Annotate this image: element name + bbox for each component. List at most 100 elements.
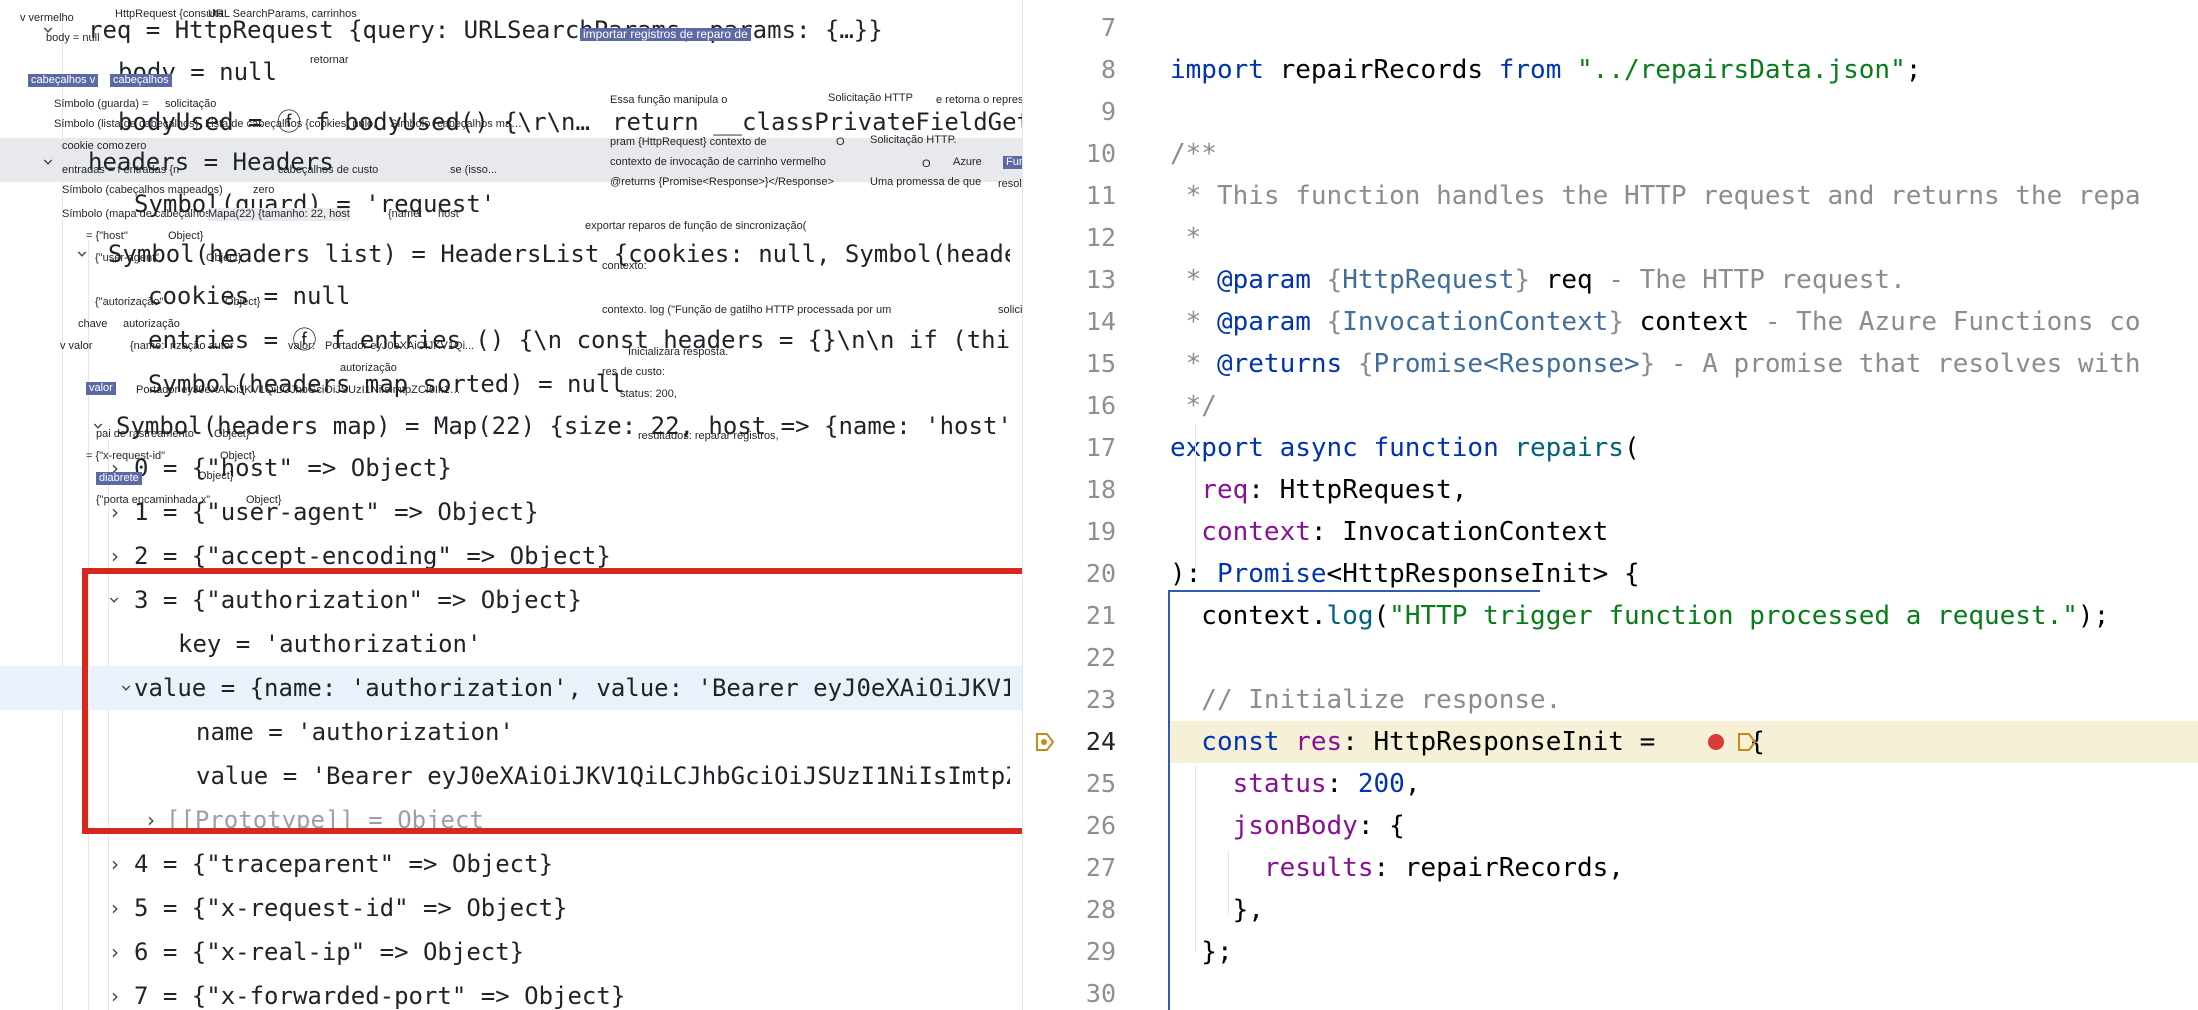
- import-translation-banner: importar registros de reparo de: [580, 28, 751, 41]
- tree-row[interactable]: › Symbol(headers map) = Map(22) {size: 22…: [0, 404, 1022, 448]
- code-line[interactable]: },: [1170, 889, 1264, 931]
- line-number[interactable]: 11: [1023, 175, 1116, 217]
- code-line[interactable]: * This function handles the HTTP request…: [1170, 175, 2141, 217]
- line-number[interactable]: 16: [1023, 385, 1116, 427]
- translation-label: Símbolo (mapa de cabeçalhos) =: [62, 208, 224, 220]
- translation-label: status: 200,: [620, 388, 677, 400]
- translation-label: retornar: [310, 54, 349, 66]
- chevron-right-icon[interactable]: ›: [140, 798, 162, 842]
- line-number[interactable]: 19: [1023, 511, 1116, 553]
- chevron-down-icon[interactable]: ›: [93, 589, 137, 611]
- line-number[interactable]: 21: [1023, 595, 1116, 637]
- chevron-right-icon[interactable]: ›: [104, 842, 126, 886]
- code-line[interactable]: req: HttpRequest,: [1170, 469, 1467, 511]
- translation-label: Essa função manipula o: [610, 94, 728, 106]
- line-number[interactable]: 12: [1023, 217, 1116, 259]
- code-line[interactable]: import repairRecords from "../repairsDat…: [1170, 49, 1921, 91]
- code-line[interactable]: * @param {InvocationContext} context - T…: [1170, 301, 2141, 343]
- code-token: const: [1170, 727, 1296, 757]
- code-token: context.: [1170, 601, 1327, 631]
- tree-row[interactable]: › [[Prototype]] = Object: [0, 798, 1022, 842]
- translation-label: Portador eyJ0eXAiOiJKV1Qi...: [325, 340, 475, 352]
- code-token: - The HTTP request.: [1592, 265, 1906, 295]
- translation-label: autorização: [123, 318, 180, 330]
- tree-row[interactable]: name = 'authorization': [0, 710, 1022, 754]
- code-line[interactable]: ): Promise<HttpResponseInit> {: [1170, 553, 1640, 595]
- line-number[interactable]: 29: [1023, 931, 1116, 973]
- tree-row[interactable]: › value = {name: 'authorization', value: …: [0, 666, 1022, 710]
- code-token: },: [1170, 895, 1264, 925]
- line-number[interactable]: 18: [1023, 469, 1116, 511]
- translation-label: e retorna o representante;: [936, 94, 1022, 106]
- code-line[interactable]: context.log("HTTP trigger function proce…: [1170, 595, 2109, 637]
- line-number[interactable]: 14: [1023, 301, 1116, 343]
- translation-label: diabrete: [96, 472, 142, 485]
- tree-row[interactable]: body = null: [0, 50, 1022, 94]
- code-line[interactable]: *: [1170, 217, 1202, 259]
- code-editor[interactable]: 7 8 9 10 11 12 13 14 15 16 17 18 19 20 21 22 23 24 25 26 27 2…: [1023, 0, 2198, 1010]
- inline-value-icon[interactable]: [1736, 731, 1758, 753]
- code-line[interactable]: * @returns {Promise<Response>} - A promi…: [1170, 343, 2141, 385]
- line-number[interactable]: 8: [1023, 49, 1116, 91]
- translation-label: Símbolo (guarda) =: [54, 98, 149, 110]
- tree-row-text: name = 'authorization': [196, 718, 514, 746]
- code-line[interactable]: };: [1170, 931, 1232, 973]
- inline-breakpoint-icon[interactable]: [1708, 734, 1724, 750]
- code-token: import: [1170, 55, 1280, 85]
- code-token: "HTTP trigger function processed a reque…: [1389, 601, 2078, 631]
- line-number[interactable]: 25: [1023, 763, 1116, 805]
- chevron-right-icon[interactable]: ›: [104, 974, 126, 1010]
- line-number[interactable]: 7: [1023, 7, 1116, 49]
- tree-row[interactable]: › 6 = {"x-real-ip" => Object}: [0, 930, 1022, 974]
- line-number[interactable]: 17: [1023, 427, 1116, 469]
- code-token: *: [1170, 307, 1217, 337]
- chevron-right-icon[interactable]: ›: [104, 534, 126, 578]
- code-line[interactable]: export async function repairs(: [1170, 427, 1640, 469]
- code-token: results: [1170, 853, 1374, 883]
- chevron-right-icon[interactable]: ›: [104, 930, 126, 974]
- line-number[interactable]: 10: [1023, 133, 1116, 175]
- line-number[interactable]: 23: [1023, 679, 1116, 721]
- line-number[interactable]: 26: [1023, 805, 1116, 847]
- code-token: : {: [1357, 811, 1405, 841]
- code-token: Promise: [1216, 559, 1327, 589]
- code-token: *: [1170, 265, 1217, 295]
- tree-row[interactable]: › 4 = {"traceparent" => Object}: [0, 842, 1022, 886]
- code-line[interactable]: * @param {HttpRequest} req - The HTTP re…: [1170, 259, 1906, 301]
- code-line[interactable]: context: InvocationContext: [1170, 511, 1608, 553]
- line-number[interactable]: 15: [1023, 343, 1116, 385]
- line-number[interactable]: 9: [1023, 91, 1116, 133]
- tree-row[interactable]: › 7 = {"x-forwarded-port" => Object}: [0, 974, 1022, 1010]
- translation-label: cabeçalhos v: [28, 74, 99, 87]
- code-line[interactable]: const res: HttpResponseInit = {: [1170, 721, 1765, 763]
- code-token: */: [1170, 391, 1217, 421]
- code-token: status: [1170, 769, 1327, 799]
- line-number[interactable]: 13: [1023, 259, 1116, 301]
- code-line[interactable]: jsonBody: {: [1170, 805, 1405, 847]
- code-line[interactable]: results: repairRecords,: [1170, 847, 1624, 889]
- line-number[interactable]: 27: [1023, 847, 1116, 889]
- code-line[interactable]: /**: [1170, 133, 1217, 175]
- tree-row[interactable]: › 5 = {"x-request-id" => Object}: [0, 886, 1022, 930]
- tree-row[interactable]: › 3 = {"authorization" => Object}: [0, 578, 1022, 622]
- code-line[interactable]: status: 200,: [1170, 763, 1421, 805]
- translation-label: rização autor: [170, 340, 234, 352]
- translation-label: valor:: [288, 340, 315, 352]
- tree-row-text: 3 = {"authorization" => Object}: [134, 586, 582, 614]
- line-number[interactable]: 22: [1023, 637, 1116, 679]
- tree-row-text: value = 'Bearer eyJ0eXAiOiJKV1QiLCJhbGci…: [196, 762, 1010, 790]
- tree-row-text: body = null: [118, 58, 277, 86]
- tree-row[interactable]: › 2 = {"accept-encoding" => Object}: [0, 534, 1022, 578]
- chevron-right-icon[interactable]: ›: [104, 886, 126, 930]
- translation-label: Portador eyJ0eXAiOiJKV1QiLCJhbGciOiJSUzI…: [136, 384, 461, 396]
- code-line[interactable]: // Initialize response.: [1170, 679, 1561, 721]
- line-number[interactable]: 30: [1023, 973, 1116, 1010]
- tree-row[interactable]: › headers = Headers: [0, 140, 1022, 184]
- translation-label: entradas = f entradas {n: [62, 164, 180, 176]
- code-line[interactable]: */: [1170, 385, 1217, 427]
- tree-row[interactable]: value = 'Bearer eyJ0eXAiOiJKV1QiLCJhbGci…: [0, 754, 1022, 798]
- tree-row[interactable]: key = 'authorization': [0, 622, 1022, 666]
- line-number[interactable]: 20: [1023, 553, 1116, 595]
- line-number[interactable]: 28: [1023, 889, 1116, 931]
- code-token: : HttpResponseInit =: [1342, 727, 1671, 757]
